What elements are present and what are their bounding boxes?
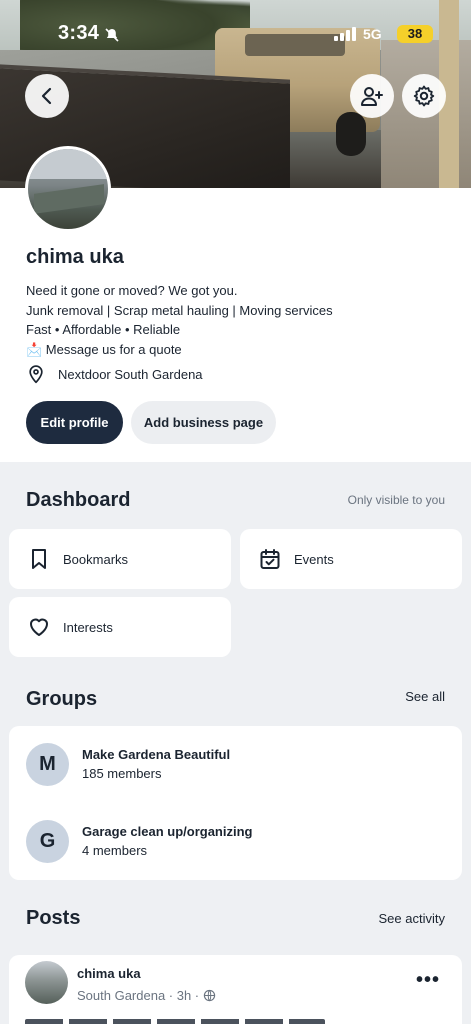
bookmarks-card[interactable]: Bookmarks (9, 529, 231, 589)
post-author-name[interactable]: chima uka (77, 966, 141, 981)
bio-line: Fast • Affordable • Reliable (26, 322, 181, 337)
group-item[interactable]: M Make Gardena Beautiful 185 members (26, 742, 230, 786)
events-label: Events (294, 551, 334, 567)
cover-tire (336, 112, 366, 156)
group-item[interactable]: G Garage clean up/organizing 4 members (26, 819, 252, 863)
events-card[interactable]: Events (240, 529, 462, 589)
location-label: Nextdoor South Gardena (58, 366, 203, 382)
groups-title: Groups (26, 688, 98, 710)
interests-label: Interests (63, 619, 113, 635)
bookmark-icon (32, 549, 46, 569)
avatar-detail (34, 184, 104, 214)
bio-line: Need it gone or moved? We got you. (26, 283, 238, 298)
group-member-count: 4 members (82, 843, 148, 858)
heart-icon (30, 618, 48, 636)
see-all-groups-link[interactable]: See all (405, 689, 445, 704)
profile-location[interactable]: Nextdoor South Gardena (26, 364, 203, 384)
group-avatar: G (26, 819, 69, 863)
bio-line: 📩 Message us for a quote (26, 341, 182, 357)
see-activity-link[interactable]: See activity (379, 911, 445, 926)
settings-button[interactable] (402, 74, 446, 118)
add-friend-button[interactable] (350, 74, 394, 118)
avatar-sky (28, 149, 108, 179)
post-meta: South Gardena · 3h · (77, 988, 216, 1003)
profile-name: chima uka (26, 246, 124, 268)
group-name: Make Gardena Beautiful (82, 747, 231, 762)
chevron-left-icon (41, 87, 52, 105)
battery-level: 38 (397, 25, 433, 43)
group-name: Garage clean up/organizing (82, 824, 253, 839)
globe-icon (203, 989, 216, 1002)
dashboard-title: Dashboard (26, 489, 131, 511)
post-card[interactable]: chima uka South Gardena · 3h · ••• (9, 955, 462, 1024)
gear-icon (413, 85, 435, 107)
group-member-count: 185 members (82, 766, 162, 781)
bio-line: Junk removal | Scrap metal hauling | Mov… (26, 302, 333, 318)
back-button[interactable] (25, 74, 69, 118)
add-business-page-button[interactable]: Add business page (131, 401, 276, 444)
post-body-preview (25, 1019, 325, 1024)
profile-avatar[interactable] (25, 146, 111, 232)
post-author-avatar[interactable] (25, 961, 68, 1004)
edit-profile-button[interactable]: Edit profile (26, 401, 123, 444)
bell-muted-icon (105, 28, 119, 42)
calendar-check-icon (260, 549, 280, 569)
bookmarks-label: Bookmarks (63, 551, 129, 567)
status-time: 3:34 (58, 22, 100, 44)
status-bar: 3:34 5G 38 (0, 0, 471, 62)
more-options-button[interactable]: ••• (416, 969, 440, 992)
post-meta-text: South Gardena · 3h · (77, 988, 200, 1003)
groups-list: M Make Gardena Beautiful 185 members G G… (9, 726, 462, 880)
signal-icon (334, 27, 356, 41)
location-pin-icon (29, 365, 43, 384)
group-avatar: M (26, 742, 69, 786)
user-plus-icon (361, 87, 383, 106)
dashboard-visibility-note: Only visible to you (347, 493, 445, 507)
profile-bio: Need it gone or moved? We got you. Junk … (26, 281, 333, 359)
network-type: 5G (363, 26, 382, 42)
interests-card[interactable]: Interests (9, 597, 231, 657)
posts-title: Posts (26, 907, 81, 929)
